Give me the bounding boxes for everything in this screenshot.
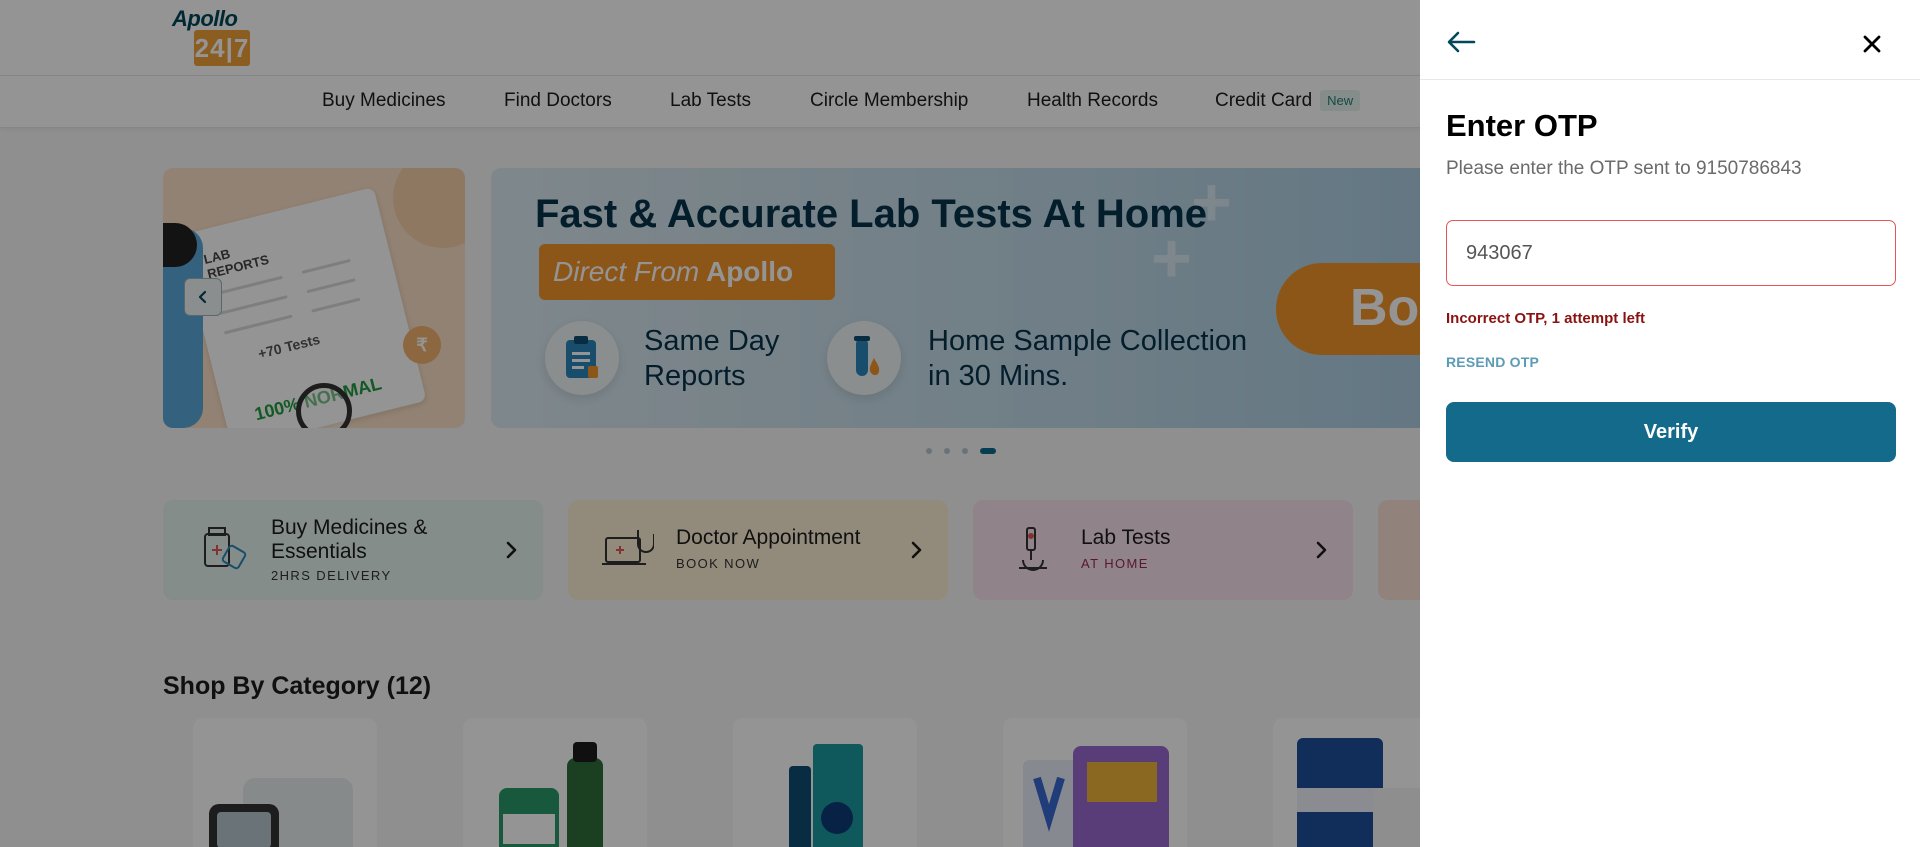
otp-title: Enter OTP [1446, 108, 1598, 143]
otp-subtitle: Please enter the OTP sent to 9150786843 [1446, 158, 1802, 179]
modal-backdrop[interactable] [0, 0, 1420, 847]
otp-error-message: Incorrect OTP, 1 attempt left [1446, 310, 1645, 327]
back-arrow-icon[interactable] [1446, 28, 1478, 56]
otp-input[interactable] [1446, 220, 1896, 286]
resend-otp-link[interactable]: RESEND OTP [1446, 354, 1539, 370]
close-icon[interactable] [1860, 32, 1884, 56]
otp-side-panel: Enter OTP Please enter the OTP sent to 9… [1420, 0, 1920, 847]
panel-header [1420, 0, 1920, 80]
verify-button[interactable]: Verify [1446, 402, 1896, 462]
